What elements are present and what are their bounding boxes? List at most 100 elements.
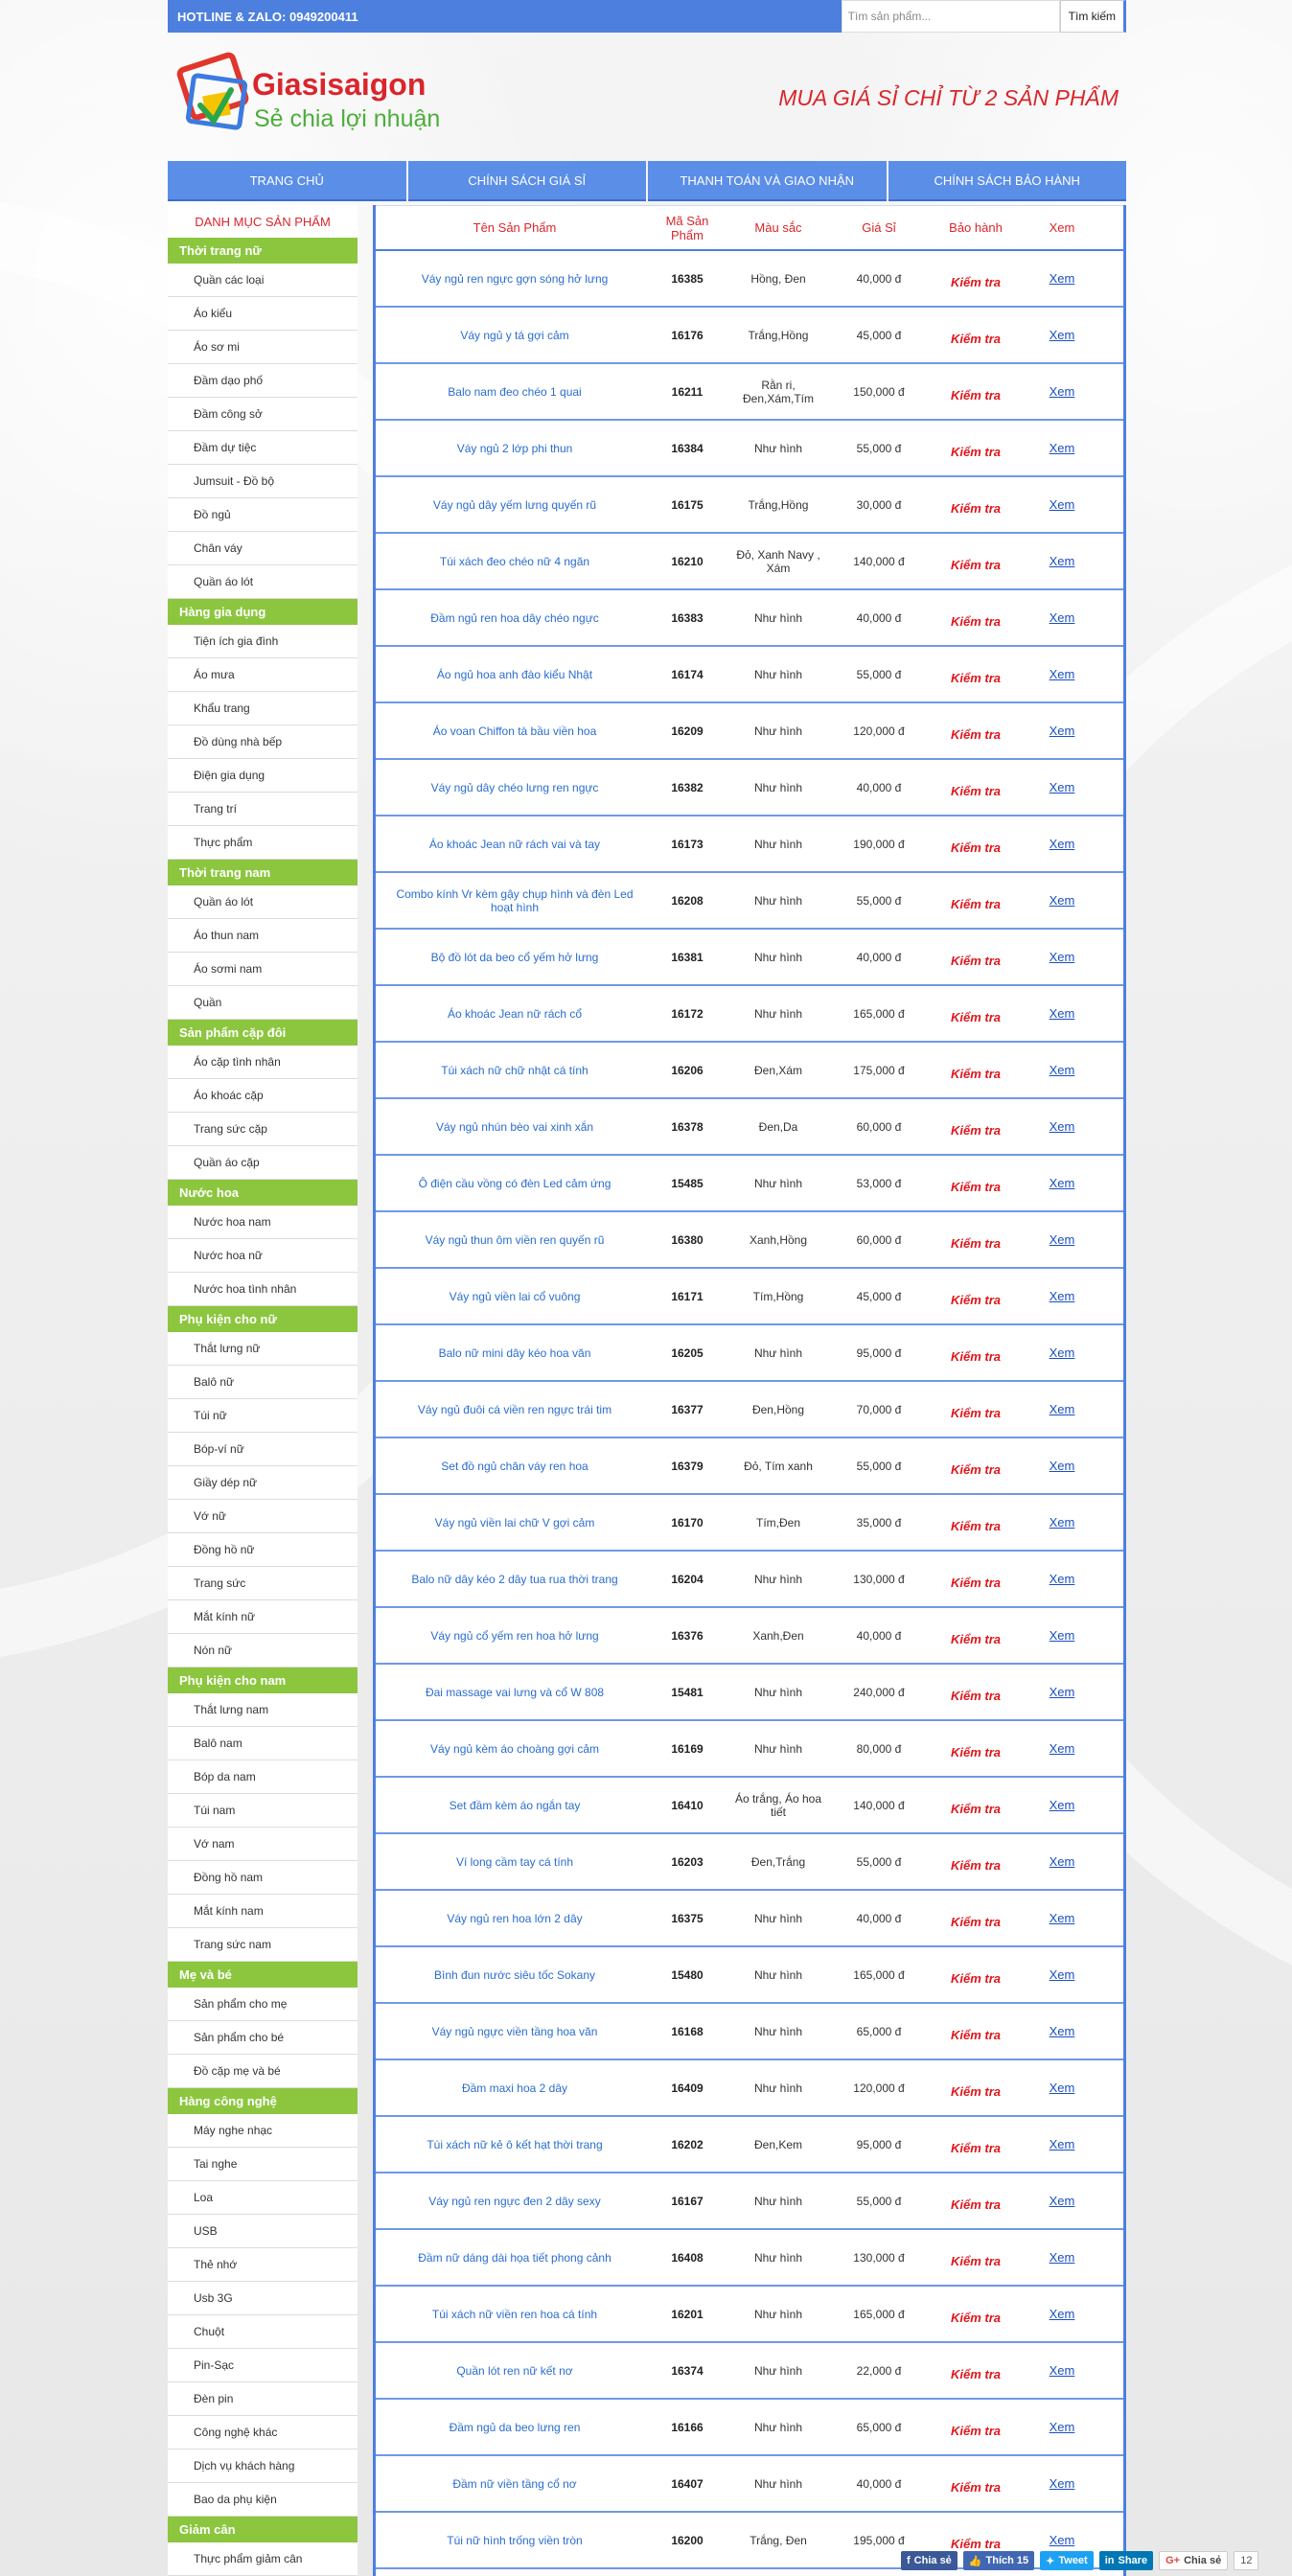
product-name-link[interactable]: Áo khoác Jean nữ rách cổ bbox=[448, 1007, 582, 1021]
facebook-share-button[interactable]: f Chia sẻ bbox=[901, 2551, 957, 2570]
warranty-check-link[interactable]: Kiểm tra bbox=[951, 1406, 1001, 1420]
sidebar-item[interactable]: Đồ cặp mẹ và bé bbox=[168, 2055, 358, 2088]
warranty-check-link[interactable]: Kiểm tra bbox=[951, 954, 1001, 968]
warranty-check-link[interactable]: Kiểm tra bbox=[951, 671, 1001, 685]
category-header[interactable]: Sản phẩm cặp đôi bbox=[168, 1020, 358, 1046]
nav-warranty-policy[interactable]: CHÍNH SÁCH BẢO HÀNH bbox=[888, 161, 1126, 201]
product-name-link[interactable]: Váy ngủ ren ngực đen 2 dây sexy bbox=[428, 2195, 600, 2208]
product-name-link[interactable]: Váy ngủ y tá gợi cảm bbox=[460, 329, 568, 342]
product-name-link[interactable]: Váy ngủ cổ yếm ren hoa hở lưng bbox=[430, 1629, 598, 1643]
sidebar-item[interactable]: Đầm dạo phố bbox=[168, 364, 358, 398]
site-logo[interactable]: Giasisaigon Sẻ chia lợi nhuận bbox=[172, 42, 459, 148]
view-link[interactable]: Xem bbox=[1050, 2081, 1075, 2095]
search-button[interactable]: Tìm kiếm bbox=[1059, 0, 1126, 33]
warranty-check-link[interactable]: Kiểm tra bbox=[951, 1745, 1001, 1760]
sidebar-item[interactable]: Máy nghe nhạc bbox=[168, 2114, 358, 2148]
product-name-link[interactable]: Balo nam đeo chéo 1 quai bbox=[448, 385, 581, 399]
product-name-link[interactable]: Ví long cầm tay cá tính bbox=[456, 1855, 573, 1869]
sidebar-item[interactable]: Túi nữ bbox=[168, 1399, 358, 1433]
view-link[interactable]: Xem bbox=[1050, 2476, 1075, 2491]
product-name-link[interactable]: Quần lót ren nữ kết nơ bbox=[456, 2364, 572, 2378]
view-link[interactable]: Xem bbox=[1050, 1628, 1075, 1643]
nav-payment-delivery[interactable]: THANH TOÁN VÀ GIAO NHẬN bbox=[648, 161, 887, 201]
warranty-check-link[interactable]: Kiểm tra bbox=[951, 1236, 1001, 1251]
view-link[interactable]: Xem bbox=[1050, 328, 1075, 342]
sidebar-item[interactable]: Công nghệ khác bbox=[168, 2416, 358, 2450]
warranty-check-link[interactable]: Kiểm tra bbox=[951, 1519, 1001, 1533]
warranty-check-link[interactable]: Kiểm tra bbox=[951, 1858, 1001, 1873]
sidebar-item[interactable]: Quần bbox=[168, 986, 358, 1020]
product-name-link[interactable]: Túi xách nữ kẻ ô kết hạt thời trang bbox=[427, 2138, 602, 2151]
sidebar-item[interactable]: Sản phẩm cho mẹ bbox=[168, 1988, 358, 2021]
sidebar-item[interactable]: Đồ dùng nhà bếp bbox=[168, 725, 358, 759]
view-link[interactable]: Xem bbox=[1050, 2194, 1075, 2208]
product-name-link[interactable]: Set đầm kèm áo ngắn tay bbox=[450, 1799, 581, 1812]
sidebar-item[interactable]: Tiện ích gia đình bbox=[168, 625, 358, 658]
search-input[interactable] bbox=[841, 0, 1060, 33]
sidebar-item[interactable]: Giầy dép nữ bbox=[168, 1466, 358, 1500]
warranty-check-link[interactable]: Kiểm tra bbox=[951, 1067, 1001, 1081]
warranty-check-link[interactable]: Kiểm tra bbox=[951, 1349, 1001, 1364]
view-link[interactable]: Xem bbox=[1050, 2250, 1075, 2265]
product-name-link[interactable]: Áo khoác Jean nữ rách vai và tay bbox=[429, 838, 600, 851]
product-name-link[interactable]: Áo ngủ hoa anh đào kiểu Nhật bbox=[437, 668, 592, 681]
warranty-check-link[interactable]: Kiểm tra bbox=[951, 2311, 1001, 2325]
view-link[interactable]: Xem bbox=[1050, 1459, 1075, 1473]
warranty-check-link[interactable]: Kiểm tra bbox=[951, 727, 1001, 742]
product-name-link[interactable]: Đầm nữ dáng dài họa tiết phong cảnh bbox=[418, 2251, 611, 2265]
view-link[interactable]: Xem bbox=[1050, 1741, 1075, 1756]
sidebar-item[interactable]: Usb 3G bbox=[168, 2282, 358, 2315]
product-name-link[interactable]: Đầm maxi hoa 2 dây bbox=[462, 2082, 567, 2095]
sidebar-item[interactable]: Mắt kính nữ bbox=[168, 1600, 358, 1634]
view-link[interactable]: Xem bbox=[1050, 554, 1075, 568]
warranty-check-link[interactable]: Kiểm tra bbox=[951, 840, 1001, 855]
product-name-link[interactable]: Váy ngủ viền lai chữ V gợi cảm bbox=[435, 1516, 595, 1530]
nav-home[interactable]: TRANG CHỦ bbox=[168, 161, 406, 201]
sidebar-item[interactable]: Áo cặp tình nhân bbox=[168, 1046, 358, 1079]
sidebar-item[interactable]: Vớ nữ bbox=[168, 1500, 358, 1533]
sidebar-item[interactable]: Thực phẩm bbox=[168, 826, 358, 860]
sidebar-item[interactable]: Áo thun nam bbox=[168, 919, 358, 953]
view-link[interactable]: Xem bbox=[1050, 1063, 1075, 1077]
warranty-check-link[interactable]: Kiểm tra bbox=[951, 1123, 1001, 1138]
warranty-check-link[interactable]: Kiểm tra bbox=[951, 2367, 1001, 2381]
sidebar-item[interactable]: Thắt lưng nữ bbox=[168, 1332, 358, 1366]
view-link[interactable]: Xem bbox=[1050, 2307, 1075, 2321]
warranty-check-link[interactable]: Kiểm tra bbox=[951, 2141, 1001, 2155]
warranty-check-link[interactable]: Kiểm tra bbox=[951, 2028, 1001, 2042]
sidebar-item[interactable]: Nước hoa tình nhân bbox=[168, 1273, 358, 1306]
sidebar-item[interactable]: Điện gia dụng bbox=[168, 759, 358, 793]
product-name-link[interactable]: Túi xách nữ chữ nhật cá tính bbox=[441, 1064, 588, 1077]
sidebar-item[interactable]: Quần áo lót bbox=[168, 565, 358, 599]
sidebar-item[interactable]: Áo sơ mi bbox=[168, 331, 358, 364]
product-name-link[interactable]: Set đồ ngủ chân váy ren hoa bbox=[441, 1460, 588, 1473]
view-link[interactable]: Xem bbox=[1050, 950, 1075, 964]
view-link[interactable]: Xem bbox=[1050, 1232, 1075, 1247]
sidebar-item[interactable]: Đồ ngủ bbox=[168, 498, 358, 532]
sidebar-item[interactable]: Loa bbox=[168, 2181, 358, 2215]
view-link[interactable]: Xem bbox=[1050, 1515, 1075, 1530]
view-link[interactable]: Xem bbox=[1050, 1854, 1075, 1869]
sidebar-item[interactable]: Thắt lưng nam bbox=[168, 1693, 358, 1727]
product-name-link[interactable]: Đầm nữ viền tầng cổ nơ bbox=[452, 2477, 576, 2491]
view-link[interactable]: Xem bbox=[1050, 441, 1075, 455]
sidebar-item[interactable]: Balô nam bbox=[168, 1727, 358, 1760]
warranty-check-link[interactable]: Kiểm tra bbox=[951, 1010, 1001, 1024]
category-header[interactable]: Mẹ và bé bbox=[168, 1962, 358, 1988]
view-link[interactable]: Xem bbox=[1050, 780, 1075, 794]
warranty-check-link[interactable]: Kiểm tra bbox=[951, 1971, 1001, 1986]
sidebar-item[interactable]: Jumsuit - Đồ bộ bbox=[168, 465, 358, 498]
view-link[interactable]: Xem bbox=[1050, 2533, 1075, 2547]
sidebar-item[interactable]: Trang sức cặp bbox=[168, 1113, 358, 1146]
warranty-check-link[interactable]: Kiểm tra bbox=[951, 614, 1001, 629]
sidebar-item[interactable]: Quần các loại bbox=[168, 264, 358, 297]
sidebar-item[interactable]: Bóp-ví nữ bbox=[168, 1433, 358, 1466]
view-link[interactable]: Xem bbox=[1050, 724, 1075, 738]
view-link[interactable]: Xem bbox=[1050, 1176, 1075, 1190]
warranty-check-link[interactable]: Kiểm tra bbox=[951, 2537, 1001, 2551]
product-name-link[interactable]: Đầm ngủ da beo lưng ren bbox=[450, 2421, 581, 2434]
warranty-check-link[interactable]: Kiểm tra bbox=[951, 1689, 1001, 1703]
view-link[interactable]: Xem bbox=[1050, 1911, 1075, 1925]
sidebar-item[interactable]: Túi nam bbox=[168, 1794, 358, 1828]
view-link[interactable]: Xem bbox=[1050, 1967, 1075, 1982]
